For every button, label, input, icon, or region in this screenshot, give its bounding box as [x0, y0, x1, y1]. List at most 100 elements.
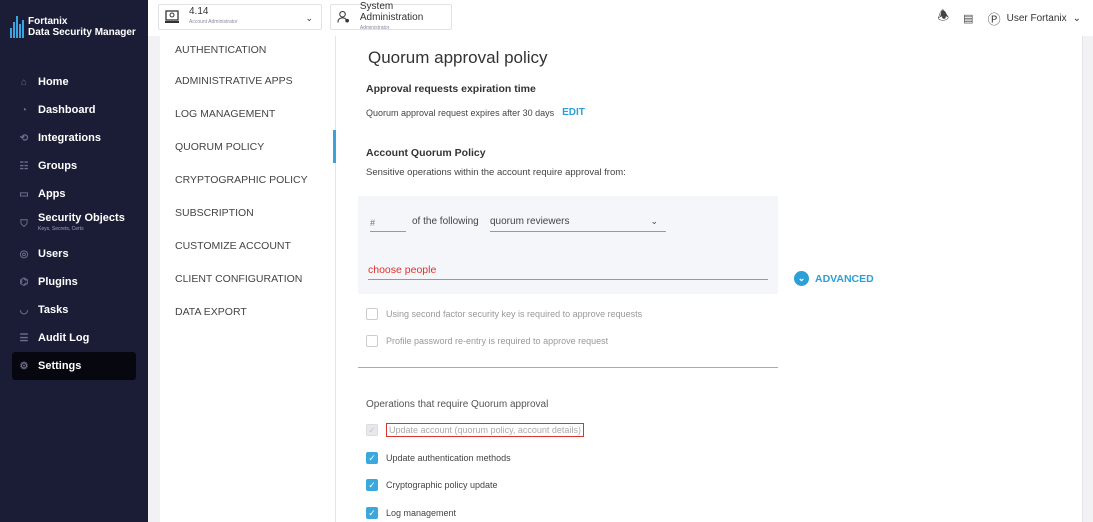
checkbox-checked[interactable]: ✓ [366, 507, 378, 519]
option-password-reentry[interactable]: Profile password re-entry is required to… [366, 335, 608, 347]
account-policy-description: Sensitive operations within the account … [366, 167, 626, 178]
plugins-icon: ⌬ [19, 276, 29, 288]
op-log-management[interactable]: ✓ Log management [366, 507, 456, 519]
scrollbar-track[interactable] [1082, 36, 1093, 522]
account-switcher[interactable]: 4.14 Account Administrator ⌄ [158, 4, 322, 30]
integrations-icon: ⟲ [19, 132, 29, 144]
checkbox-checked[interactable]: ✓ [366, 452, 378, 464]
checkbox[interactable] [366, 335, 378, 347]
sidebar-item-label: Tasks [38, 304, 69, 316]
account-policy-heading: Account Quorum Policy [366, 147, 486, 159]
settings-submenu: AUTHENTICATION ADMINISTRATIVE APPS LOG M… [160, 36, 336, 522]
option-label: Profile password re-entry is required to… [386, 336, 609, 346]
sidebar-item-label: Apps [38, 188, 66, 200]
expiration-row: Quorum approval request expires after 30… [366, 107, 585, 118]
account-role: Account Administrator [189, 19, 238, 25]
system-admin-icon [337, 10, 349, 23]
checkbox[interactable] [366, 308, 378, 320]
chevron-down-icon: ⌄ [650, 216, 658, 226]
system-name: System Administration [359, 0, 424, 23]
account-icon [165, 10, 179, 23]
user-avatar-icon: Ⓟ [987, 11, 1001, 27]
brand-product: Data Security Manager [28, 27, 136, 38]
sidebar-item-security-objects[interactable]: ⛉ Security Objects Keys, Secrets, Certs [12, 208, 136, 240]
submenu-item-data-export[interactable]: DATA EXPORT [160, 295, 335, 328]
op-label: Update authentication methods [386, 453, 511, 463]
sidebar-item-label: Plugins [38, 276, 78, 288]
sidebar-item-apps[interactable]: ▭ Apps [12, 180, 136, 208]
brand-logo[interactable]: Fortanix Data Security Manager [10, 8, 142, 46]
sidebar-item-label: Security Objects [38, 212, 125, 224]
system-role: Administrator [359, 24, 390, 31]
choose-people-field[interactable]: choose people [368, 262, 768, 280]
top-bar: 4.14 Account Administrator ⌄ System Admi… [148, 0, 1093, 36]
dashboard-icon: ◔ [20, 104, 28, 116]
option-label: Using second factor security key is requ… [386, 309, 643, 319]
op-label: Cryptographic policy update [386, 480, 498, 490]
checkbox-checked[interactable]: ✓ [366, 479, 378, 491]
quorum-reviewers-panel: of the following quorum reviewers ⌄ choo… [358, 196, 778, 294]
sidebar-item-home[interactable]: ⌂ Home [12, 68, 136, 96]
sidebar-item-sublabel: Keys, Secrets, Certs [38, 226, 84, 232]
bell-icon[interactable]: 🕭 [938, 7, 950, 29]
op-update-account: ✓ Update account (quorum policy, account… [366, 423, 584, 437]
sidebar-item-label: Home [38, 76, 69, 88]
submenu-item-administrative-apps[interactable]: ADMINISTRATIVE APPS [160, 64, 335, 97]
sidebar-item-groups[interactable]: ☷ Groups [12, 152, 136, 180]
page-title: Quorum approval policy [368, 48, 548, 67]
op-update-auth-methods[interactable]: ✓ Update authentication methods [366, 452, 511, 464]
quorum-policy-content: Quorum approval policy Approval requests… [352, 36, 1080, 522]
advanced-toggle[interactable]: ⌄ ADVANCED [794, 271, 874, 286]
reviewer-count-input[interactable] [370, 214, 406, 232]
sidebar-item-tasks[interactable]: ◡ Tasks [12, 296, 136, 324]
user-menu[interactable]: Ⓟ User Fortanix ⌄ [988, 9, 1081, 28]
system-admin-switcher[interactable]: System Administration Administrator [330, 0, 452, 31]
sidebar-item-label: Integrations [38, 132, 101, 144]
submenu-item-client-configuration[interactable]: CLIENT CONFIGURATION [160, 262, 335, 295]
submenu-item-subscription[interactable]: SUBSCRIPTION [160, 196, 335, 229]
sidebar-item-audit-log[interactable]: ☰ Audit Log [12, 324, 136, 352]
user-name: User Fortanix [1006, 12, 1067, 24]
security-objects-icon: ⛉ [20, 218, 28, 230]
sidebar-item-users[interactable]: ◎ Users [12, 240, 136, 268]
sidebar-item-integrations[interactable]: ⟲ Integrations [12, 124, 136, 152]
chevron-down-icon: ⌄ [305, 13, 313, 23]
account-name: 4.14 [189, 6, 209, 17]
reviewers-select-value: quorum reviewers [490, 216, 570, 227]
tasks-icon: ◡ [19, 304, 29, 316]
expiration-text: Quorum approval request expires after 30… [366, 107, 555, 118]
apps-icon: ▭ [19, 188, 29, 200]
groups-icon: ☷ [19, 160, 29, 172]
expiration-heading: Approval requests expiration time [366, 83, 536, 95]
divider [358, 367, 778, 368]
advanced-label: ADVANCED [815, 272, 874, 285]
chevron-down-icon: ⌄ [794, 271, 809, 286]
tasks-panel-icon[interactable]: ▤ [963, 12, 973, 25]
op-label: Update account (quorum policy, account d… [386, 423, 584, 437]
submenu-item-quorum-policy[interactable]: QUORUM POLICY [160, 130, 336, 163]
op-label: Log management [386, 508, 457, 518]
edit-expiration-button[interactable]: EDIT [562, 107, 585, 118]
brand-name: Fortanix [28, 16, 68, 27]
gutter [148, 36, 160, 522]
sidebar-nav: ⌂ Home ◔ Dashboard ⟲ Integrations ☷ Grou… [0, 68, 148, 380]
audit-log-icon: ☰ [19, 332, 29, 344]
submenu-item-cryptographic-policy[interactable]: CRYPTOGRAPHIC POLICY [160, 163, 335, 196]
sidebar-item-settings[interactable]: ⚙ Settings [12, 352, 136, 380]
submenu-item-customize-account[interactable]: CUSTOMIZE ACCOUNT [160, 229, 335, 262]
reviewers-label: of the following [412, 216, 479, 227]
sidebar-item-label: Settings [38, 360, 82, 372]
option-second-factor[interactable]: Using second factor security key is requ… [366, 308, 642, 320]
chevron-down-icon: ⌄ [1072, 12, 1081, 24]
op-crypto-policy-update[interactable]: ✓ Cryptographic policy update [366, 479, 498, 491]
users-icon: ◎ [19, 248, 29, 260]
operations-title: Operations that require Quorum approval [366, 399, 549, 410]
sidebar: Fortanix Data Security Manager ⌂ Home ◔ … [0, 0, 148, 522]
sidebar-item-plugins[interactable]: ⌬ Plugins [12, 268, 136, 296]
reviewers-type-select[interactable]: quorum reviewers ⌄ [490, 214, 666, 232]
home-icon: ⌂ [20, 76, 28, 88]
sidebar-item-dashboard[interactable]: ◔ Dashboard [12, 96, 136, 124]
sidebar-item-label: Audit Log [38, 332, 90, 344]
submenu-item-log-management[interactable]: LOG MANAGEMENT [160, 97, 335, 130]
submenu-item-authentication[interactable]: AUTHENTICATION [160, 36, 335, 64]
